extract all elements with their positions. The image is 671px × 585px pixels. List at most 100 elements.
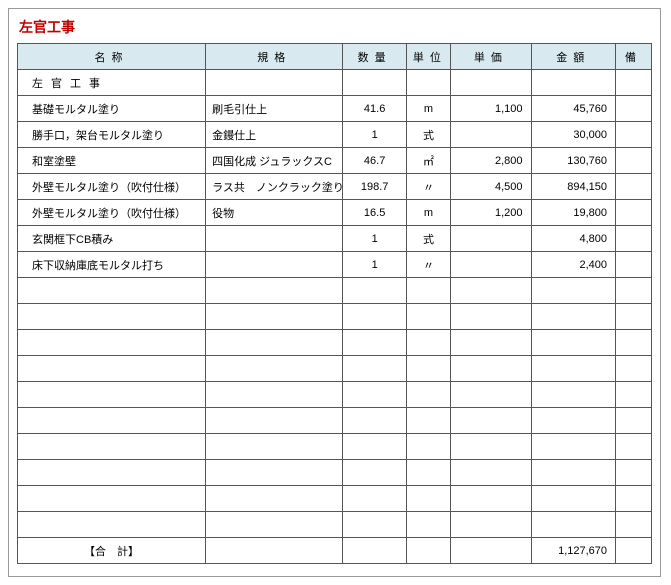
empty-cell (531, 408, 616, 434)
empty-cell (18, 408, 206, 434)
cell-note (616, 96, 652, 122)
empty-cell (206, 330, 343, 356)
table-row: 勝手口，架台モルタル塗り金鏝仕上1式30,000 (18, 122, 652, 148)
empty-cell (531, 330, 616, 356)
empty-cell (531, 304, 616, 330)
page-title: 左官工事 (19, 17, 652, 37)
empty-cell (406, 304, 450, 330)
empty-cell (343, 434, 406, 460)
empty-cell (616, 278, 652, 304)
cell-unit: m (406, 200, 450, 226)
empty-cell (451, 382, 531, 408)
empty-cell (616, 70, 652, 96)
cell-unit: 〃 (406, 174, 450, 200)
empty-cell (531, 278, 616, 304)
empty-cell (531, 382, 616, 408)
cell-spec: ラス共 ノンクラック塗り (206, 174, 343, 200)
empty-cell (451, 486, 531, 512)
empty-cell (343, 330, 406, 356)
empty-cell (406, 408, 450, 434)
empty-cell (18, 278, 206, 304)
empty-cell (451, 330, 531, 356)
empty-cell (18, 460, 206, 486)
section-heading: 左官工事 (18, 70, 206, 96)
cell-qty: 1 (343, 226, 406, 252)
cell-name: 床下収納庫底モルタル打ち (18, 252, 206, 278)
cell-unit: 〃 (406, 252, 450, 278)
cell-spec (206, 252, 343, 278)
cell-spec (206, 226, 343, 252)
header-note: 備 (616, 44, 652, 70)
empty-cell (206, 278, 343, 304)
cell-amount: 2,400 (531, 252, 616, 278)
empty-row (18, 304, 652, 330)
cell-amount: 19,800 (531, 200, 616, 226)
empty-cell (451, 408, 531, 434)
empty-cell (531, 434, 616, 460)
cell-note (616, 122, 652, 148)
empty-cell (451, 356, 531, 382)
empty-cell (406, 356, 450, 382)
cell-qty: 1 (343, 252, 406, 278)
cell-spec: 金鏝仕上 (206, 122, 343, 148)
empty-cell (18, 304, 206, 330)
empty-cell (343, 278, 406, 304)
empty-cell (451, 70, 531, 96)
empty-cell (343, 538, 406, 564)
cell-name: 勝手口，架台モルタル塗り (18, 122, 206, 148)
empty-cell (343, 408, 406, 434)
document-frame: 左官工事 名称 規格 数量 単位 単価 金額 備 左官工事基礎モルタル塗り刷毛引… (8, 8, 661, 577)
table-row: 外壁モルタル塗り（吹付仕様）ラス共 ノンクラック塗り198.7〃4,500894… (18, 174, 652, 200)
empty-cell (206, 486, 343, 512)
cell-qty: 198.7 (343, 174, 406, 200)
empty-cell (616, 408, 652, 434)
empty-cell (18, 512, 206, 538)
empty-row (18, 460, 652, 486)
header-amount: 金額 (531, 44, 616, 70)
empty-cell (451, 304, 531, 330)
table-row: 外壁モルタル塗り（吹付仕様）役物16.5m1,20019,800 (18, 200, 652, 226)
section-row: 左官工事 (18, 70, 652, 96)
empty-cell (406, 486, 450, 512)
header-spec: 規格 (206, 44, 343, 70)
empty-cell (616, 460, 652, 486)
empty-cell (206, 434, 343, 460)
total-label: 【合 計】 (18, 538, 206, 564)
empty-cell (406, 278, 450, 304)
header-row: 名称 規格 数量 単位 単価 金額 備 (18, 44, 652, 70)
empty-cell (451, 460, 531, 486)
empty-row (18, 408, 652, 434)
cell-name: 玄関框下CB積み (18, 226, 206, 252)
cell-spec: 役物 (206, 200, 343, 226)
cell-amount: 45,760 (531, 96, 616, 122)
cell-uprice: 2,800 (451, 148, 531, 174)
empty-cell (616, 304, 652, 330)
empty-cell (206, 460, 343, 486)
empty-cell (451, 278, 531, 304)
table-row: 床下収納庫底モルタル打ち 1〃 2,400 (18, 252, 652, 278)
empty-cell (616, 512, 652, 538)
total-row: 【合 計】1,127,670 (18, 538, 652, 564)
empty-cell (18, 486, 206, 512)
empty-cell (343, 382, 406, 408)
empty-row (18, 330, 652, 356)
empty-cell (616, 382, 652, 408)
cell-qty: 16.5 (343, 200, 406, 226)
empty-cell (343, 512, 406, 538)
cell-name: 和室塗壁 (18, 148, 206, 174)
empty-cell (18, 434, 206, 460)
empty-cell (531, 356, 616, 382)
empty-cell (406, 538, 450, 564)
empty-cell (343, 460, 406, 486)
cell-note (616, 174, 652, 200)
cell-note (616, 200, 652, 226)
cell-uprice (451, 122, 531, 148)
empty-cell (531, 512, 616, 538)
empty-cell (616, 486, 652, 512)
empty-row (18, 356, 652, 382)
empty-cell (616, 330, 652, 356)
empty-row (18, 486, 652, 512)
cell-note (616, 148, 652, 174)
cell-uprice: 1,200 (451, 200, 531, 226)
empty-cell (206, 70, 343, 96)
